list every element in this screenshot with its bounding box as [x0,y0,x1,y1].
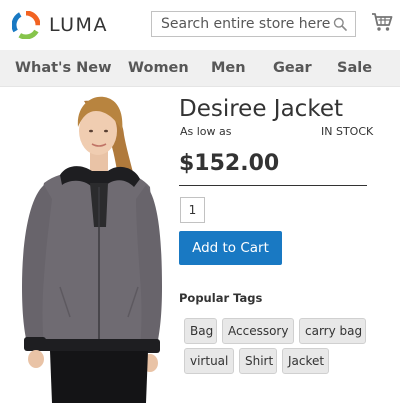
nav-item-women[interactable]: Women [128,50,189,86]
tag-carry-bag[interactable]: carry bag [299,318,366,344]
quantity-input[interactable] [180,197,205,223]
tag-bag[interactable]: Bag [184,318,217,344]
search-input[interactable] [152,12,331,36]
add-to-cart-button[interactable]: Add to Cart [179,231,282,265]
as-low-as-label: As low as [180,125,232,138]
product-image[interactable] [0,87,170,403]
logo[interactable]: LUMA [12,11,108,39]
product-title: Desiree Jacket [179,96,343,122]
search-box [151,11,356,37]
nav-item-gear[interactable]: Gear [273,50,312,86]
nav-item-sale[interactable]: Sale [337,50,372,86]
cart-icon[interactable] [371,12,393,32]
nav-item-men[interactable]: Men [211,50,246,86]
luma-logo-icon [12,11,40,39]
logo-text: LUMA [49,14,108,36]
nav-item-whats-new[interactable]: What's New [15,50,112,86]
search-icon[interactable] [333,17,347,31]
tag-shirt[interactable]: Shirt [239,348,277,374]
tag-accessory[interactable]: Accessory [222,318,294,344]
popular-tags-title: Popular Tags [179,291,263,305]
main-navigation: What's New Women Men Gear Sale [0,50,400,87]
tag-virtual[interactable]: virtual [184,348,234,374]
product-price: $152.00 [179,151,280,176]
price-divider [179,185,367,186]
stock-status: IN STOCK [321,125,374,138]
tag-jacket[interactable]: Jacket [282,348,329,374]
site-header: LUMA [0,0,400,50]
